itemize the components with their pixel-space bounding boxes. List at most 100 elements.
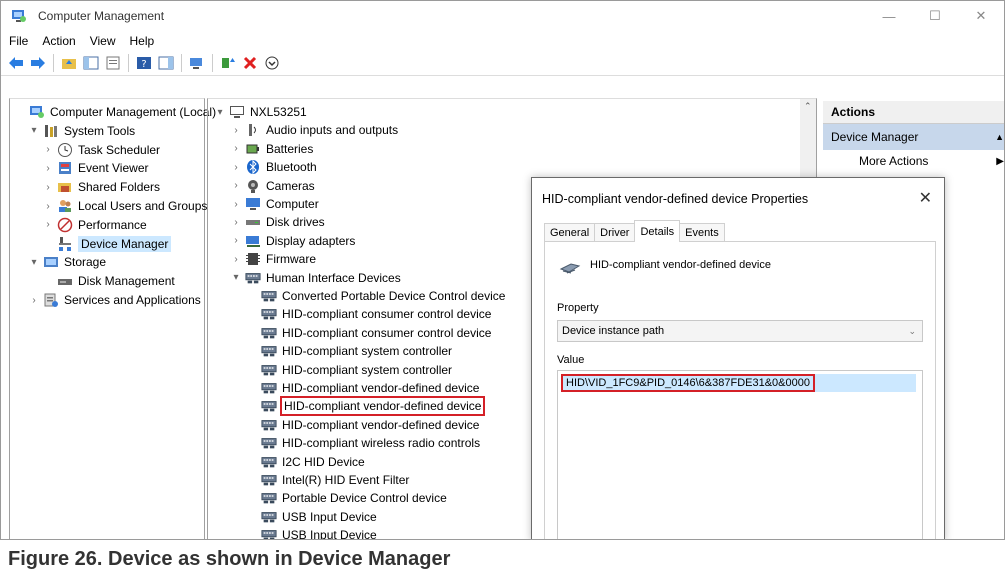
console-tree-item[interactable]: ▾ System Tools: [28, 122, 135, 140]
up-folder-icon[interactable]: [60, 54, 78, 72]
collapsed-chevron-icon[interactable]: ›: [42, 144, 54, 155]
performance-icon: [57, 217, 73, 233]
console-tree-pane: Computer Management (Local) ▾ System Tools…: [9, 98, 216, 539]
collapsed-chevron-icon[interactable]: ›: [230, 235, 242, 246]
console-tree-item[interactable]: › Task Scheduler: [42, 141, 160, 159]
device-tree-item[interactable]: HID-compliant vendor-defined device: [246, 416, 479, 434]
device-tree-item[interactable]: › Computer: [230, 195, 318, 213]
expanded-chevron-icon[interactable]: ▾: [28, 257, 40, 268]
actions-device-manager[interactable]: Device Manager ▲: [823, 124, 1004, 150]
device-tree-label: HID-compliant vendor-defined device: [279, 396, 486, 417]
scroll-up-icon[interactable]: ⌃: [804, 101, 812, 112]
audio-icon: [245, 122, 261, 138]
menu-view[interactable]: View: [90, 34, 116, 48]
hid-icon: [261, 417, 277, 433]
menu-file[interactable]: File: [9, 34, 28, 48]
device-tree-label: HID-compliant system controller: [282, 362, 453, 377]
display-adapter-icon: [245, 233, 261, 249]
uninstall-device-icon[interactable]: [241, 54, 259, 72]
device-tree-item[interactable]: Intel(R) HID Event Filter: [246, 471, 409, 489]
device-tree-item[interactable]: HID-compliant system controller: [246, 361, 452, 379]
device-tree-item[interactable]: › Audio inputs and outputs: [230, 121, 398, 139]
console-tree-item[interactable]: › Performance: [42, 216, 147, 234]
console-tree-item[interactable]: Disk Management: [42, 272, 175, 290]
menu-help[interactable]: Help: [130, 34, 155, 48]
device-tree-label: HID-compliant consumer control device: [282, 325, 492, 340]
device-tree-item[interactable]: › Cameras: [230, 177, 315, 195]
console-tree-item[interactable]: › Services and Applications: [28, 291, 201, 309]
hid-icon: [261, 380, 277, 396]
back-arrow-icon[interactable]: [7, 54, 25, 72]
value-list[interactable]: HID\VID_1FC9&PID_0146\6&387FDE31&0&0000: [557, 370, 923, 539]
collapsed-chevron-icon[interactable]: ›: [28, 295, 40, 306]
console-tree-item[interactable]: ▾ Storage: [28, 253, 106, 271]
collapsed-chevron-icon[interactable]: ›: [230, 254, 242, 265]
device-name: HID-compliant vendor-defined device: [590, 259, 771, 271]
collapsed-chevron-icon[interactable]: ›: [42, 219, 54, 230]
device-tree-item[interactable]: › Disk drives: [230, 213, 324, 231]
actions-header: Actions: [823, 101, 1004, 124]
device-tree-item[interactable]: ▾ NXL53251: [214, 103, 306, 121]
more-actions-item[interactable]: More Actions ▶: [823, 150, 1004, 172]
collapsed-chevron-icon[interactable]: ›: [42, 182, 54, 193]
value-row-selected[interactable]: HID\VID_1FC9&PID_0146\6&387FDE31&0&0000: [561, 374, 916, 392]
device-tree-item[interactable]: HID-compliant consumer control device: [246, 324, 491, 342]
tab-general[interactable]: General: [544, 223, 596, 242]
help-icon[interactable]: ?: [135, 54, 153, 72]
console-tree-item[interactable]: › Shared Folders: [42, 178, 160, 196]
collapsed-chevron-icon[interactable]: ›: [230, 217, 242, 228]
device-tree-item[interactable]: Converted Portable Device Control device: [246, 287, 505, 305]
collapsed-chevron-icon[interactable]: ›: [42, 201, 54, 212]
tab-details[interactable]: Details: [634, 220, 681, 242]
property-dropdown[interactable]: Device instance path ⌄: [557, 320, 923, 342]
minimize-button[interactable]: —: [866, 1, 912, 31]
tab-events[interactable]: Events: [679, 223, 725, 242]
scan-hardware-icon[interactable]: [188, 54, 206, 72]
device-tree-item[interactable]: USB Input Device: [246, 508, 377, 526]
show-hide-action-pane-icon[interactable]: [157, 54, 175, 72]
collapsed-chevron-icon[interactable]: ›: [230, 125, 242, 136]
storage-icon: [43, 254, 59, 270]
device-tree-item[interactable]: HID-compliant vendor-defined device: [246, 396, 486, 417]
dialog-close-icon[interactable]: ✕: [919, 188, 932, 208]
device-tree-item[interactable]: › Firmware: [230, 250, 316, 268]
device-tree-item[interactable]: HID-compliant system controller: [246, 342, 452, 360]
toolbar: ?: [1, 51, 1004, 76]
collapsed-chevron-icon[interactable]: ›: [42, 163, 54, 174]
console-tree-item[interactable]: › Event Viewer: [42, 159, 148, 177]
expanded-chevron-icon[interactable]: ▾: [28, 125, 40, 136]
expanded-chevron-icon[interactable]: ▾: [214, 107, 226, 118]
enable-device-icon[interactable]: [263, 54, 281, 72]
console-tree-item[interactable]: Computer Management (Local): [14, 103, 216, 121]
show-hide-console-tree-icon[interactable]: [82, 54, 100, 72]
console-tree-label: System Tools: [64, 123, 136, 138]
console-tree-item[interactable]: › Local Users and Groups: [42, 197, 207, 215]
console-tree-label: Device Manager: [78, 235, 172, 252]
device-tree-item[interactable]: HID-compliant consumer control device: [246, 305, 491, 323]
forward-arrow-icon[interactable]: [29, 54, 47, 72]
tab-driver[interactable]: Driver: [594, 223, 636, 242]
collapsed-chevron-icon[interactable]: ›: [230, 180, 242, 191]
device-tree-item[interactable]: ▾ Human Interface Devices: [230, 269, 400, 287]
device-tree-item[interactable]: › Bluetooth: [230, 158, 317, 176]
collapse-arrow-icon[interactable]: ▲: [995, 132, 1004, 142]
menu-action[interactable]: Action: [42, 34, 75, 48]
device-tree-item[interactable]: › Batteries: [230, 140, 313, 158]
device-tree-item[interactable]: USB Input Device: [246, 526, 377, 539]
device-tree-item[interactable]: HID-compliant wireless radio controls: [246, 434, 480, 452]
collapsed-chevron-icon[interactable]: ›: [230, 143, 242, 154]
collapsed-chevron-icon[interactable]: ›: [230, 199, 242, 210]
collapsed-chevron-icon[interactable]: ›: [230, 162, 242, 173]
console-tree-item[interactable]: Device Manager: [42, 235, 172, 253]
device-tree-item[interactable]: HID-compliant vendor-defined device: [246, 379, 479, 397]
maximize-button[interactable]: ☐: [912, 1, 958, 31]
update-driver-icon[interactable]: [219, 54, 237, 72]
device-tree-item[interactable]: › Display adapters: [230, 232, 355, 250]
device-tree-item[interactable]: Portable Device Control device: [246, 489, 447, 507]
close-window-button[interactable]: ✕: [958, 1, 1004, 31]
device-tree-label: Portable Device Control device: [282, 491, 447, 506]
expanded-chevron-icon[interactable]: ▾: [230, 272, 242, 283]
properties-icon[interactable]: [104, 54, 122, 72]
camera-icon: [245, 178, 261, 194]
device-tree-item[interactable]: I2C HID Device: [246, 453, 365, 471]
